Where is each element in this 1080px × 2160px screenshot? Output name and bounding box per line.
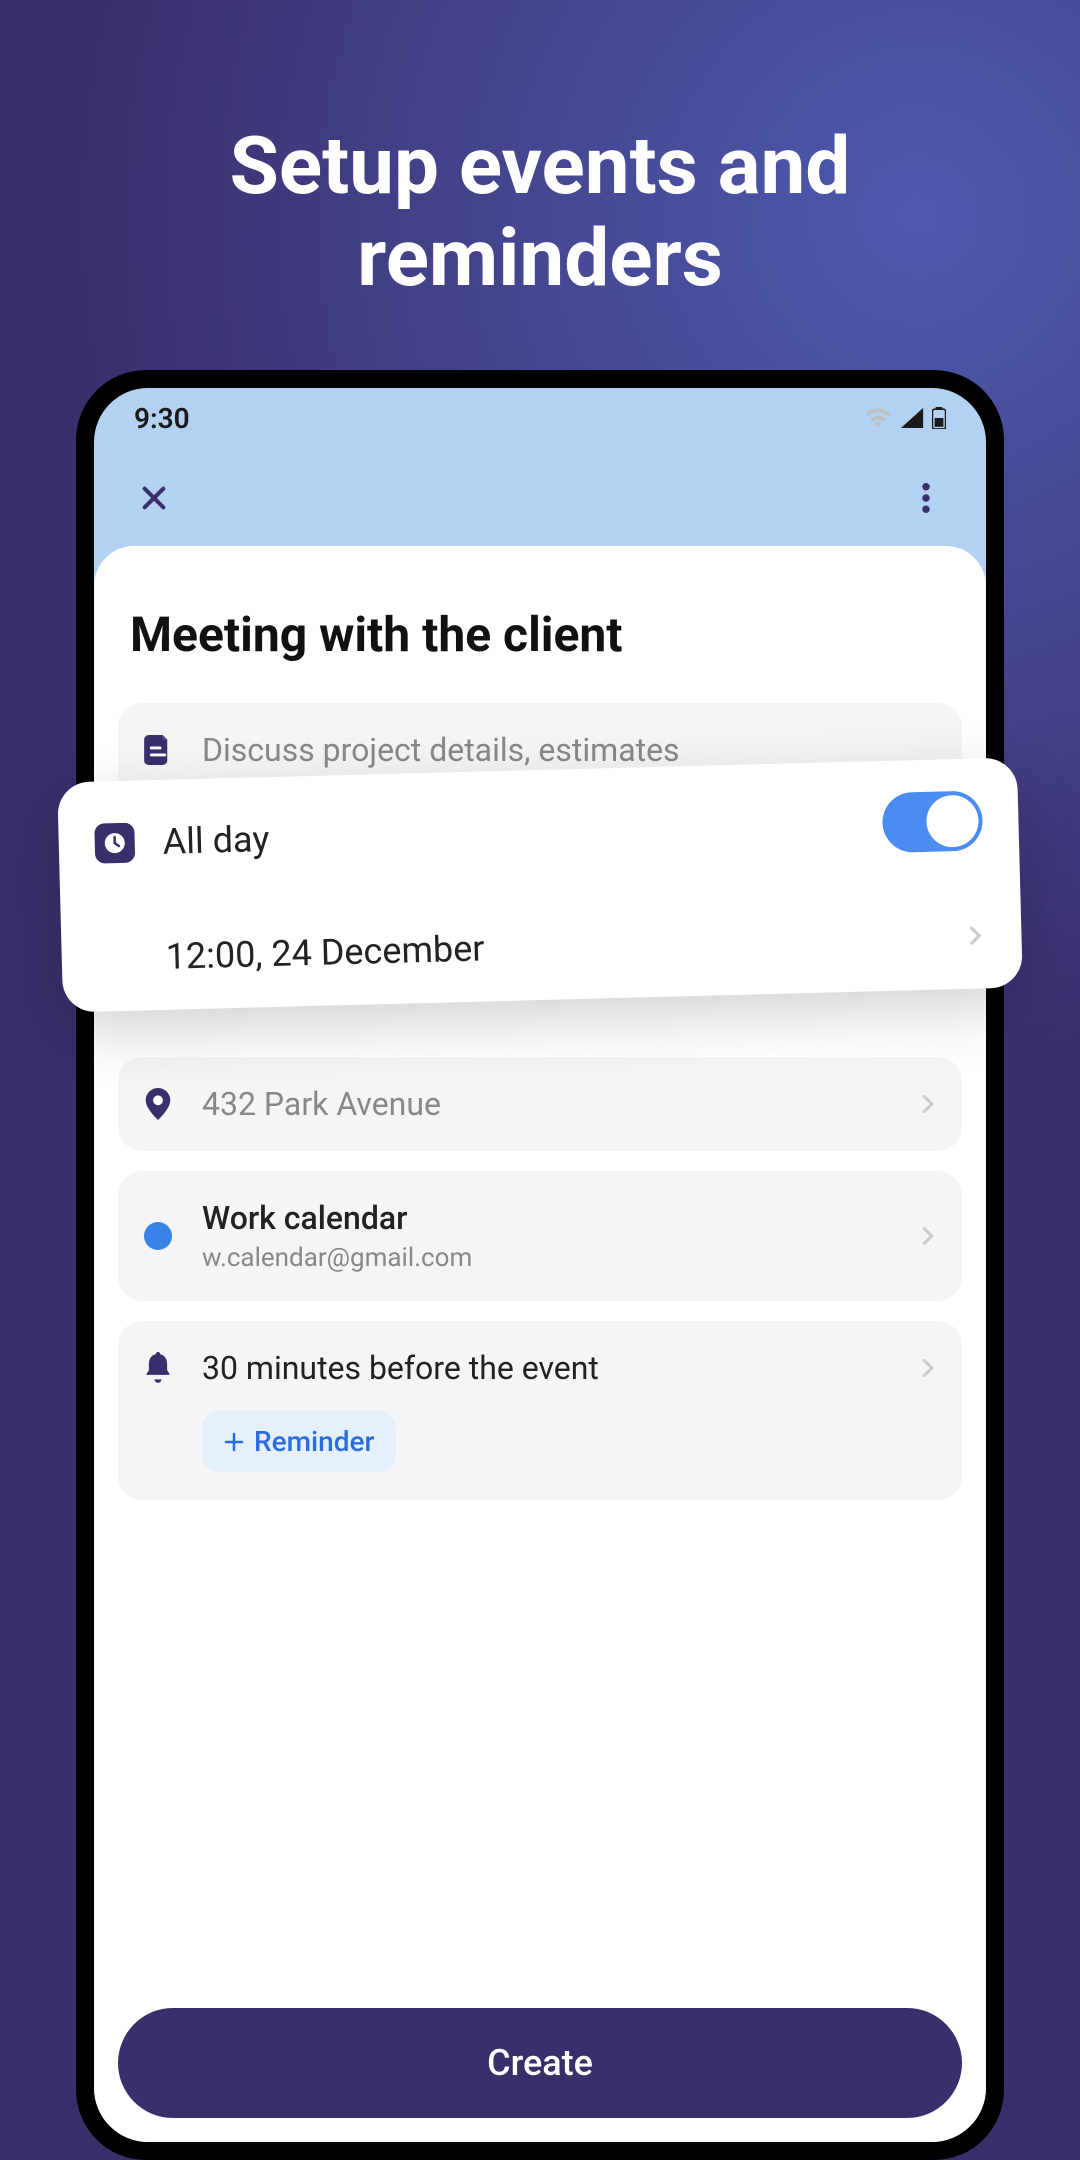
reminder-row[interactable]: 30 minutes before the event [142, 1349, 938, 1387]
event-title-input[interactable]: Meeting with the client [118, 606, 962, 703]
chevron-right-icon [918, 1358, 938, 1378]
clock-icon [94, 823, 135, 864]
status-bar: 9:30 [94, 388, 986, 448]
create-label: Create [487, 2042, 593, 2084]
signal-icon [900, 408, 924, 428]
plus-icon [224, 1432, 244, 1452]
all-day-label: All day [162, 803, 855, 863]
create-button[interactable]: Create [118, 2008, 962, 2118]
more-vertical-icon [922, 483, 930, 513]
close-icon [138, 482, 170, 514]
add-reminder-button[interactable]: Reminder [202, 1411, 396, 1472]
battery-icon [932, 407, 946, 429]
app-bar [94, 448, 986, 548]
phone-frame: 9:30 Meeting with the client Discuss pro [76, 370, 1004, 2160]
chevron-right-icon [918, 1226, 938, 1246]
close-button[interactable] [124, 468, 184, 528]
location-pin-icon [142, 1088, 174, 1120]
location-row[interactable]: 432 Park Avenue [118, 1057, 962, 1151]
promo-title: Setup events and reminders [0, 0, 1080, 304]
all-day-toggle[interactable] [882, 790, 984, 853]
event-datetime[interactable]: 12:00, 24 December [165, 927, 485, 977]
calendar-name: Work calendar [202, 1199, 890, 1237]
screen: 9:30 Meeting with the client Discuss pro [94, 388, 986, 2142]
more-button[interactable] [896, 468, 956, 528]
chevron-right-icon [965, 925, 986, 946]
calendar-email: w.calendar@gmail.com [202, 1243, 890, 1273]
wifi-icon [864, 408, 892, 428]
calendar-row[interactable]: Work calendar w.calendar@gmail.com [118, 1171, 962, 1301]
toggle-knob [926, 795, 979, 848]
status-time: 9:30 [134, 402, 190, 435]
chevron-right-icon [918, 1094, 938, 1114]
location-text: 432 Park Avenue [202, 1085, 890, 1123]
bell-icon [142, 1352, 174, 1384]
reminder-text: 30 minutes before the event [202, 1349, 890, 1387]
note-icon [142, 734, 174, 766]
calendar-color-dot [142, 1220, 174, 1252]
reminder-section: 30 minutes before the event Reminder [118, 1321, 962, 1500]
add-reminder-label: Reminder [254, 1425, 374, 1458]
datetime-card[interactable]: All day 12:00, 24 December [57, 757, 1023, 1012]
status-icons [864, 407, 946, 429]
